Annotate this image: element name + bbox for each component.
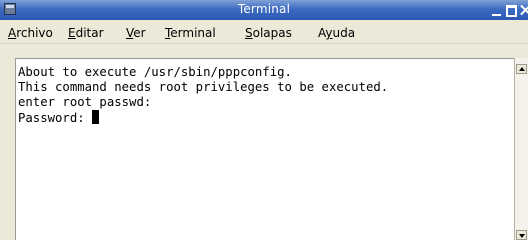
menu-ver[interactable]: Ver bbox=[126, 26, 146, 40]
menu-terminal[interactable]: Terminal bbox=[165, 26, 216, 40]
password-prompt: Password: bbox=[18, 111, 93, 125]
menu-ayuda[interactable]: Ayuda bbox=[318, 26, 355, 40]
window-title: Terminal bbox=[237, 2, 291, 16]
menu-terminal-rest: erminal bbox=[170, 26, 216, 40]
vertical-scrollbar[interactable] bbox=[514, 58, 528, 240]
menu-archivo-mnemonic: A bbox=[8, 26, 17, 40]
menu-editar-mnemonic: E bbox=[68, 26, 76, 40]
menu-archivo[interactable]: Archivo bbox=[8, 26, 53, 40]
minimize-icon[interactable] bbox=[490, 0, 504, 20]
terminal-line: This command needs root privileges to be… bbox=[18, 80, 389, 94]
menu-solapas-rest: olapas bbox=[252, 26, 292, 40]
menu-bar: Archivo Editar Ver Terminal Solapas Ayud… bbox=[0, 20, 528, 44]
window-controls bbox=[490, 0, 528, 20]
terminal-output[interactable]: About to execute /usr/sbin/pppconfig. Th… bbox=[16, 59, 514, 240]
block-cursor bbox=[92, 110, 100, 124]
menu-editar[interactable]: Editar bbox=[68, 26, 104, 40]
menu-solapas[interactable]: Solapas bbox=[245, 26, 292, 40]
close-icon[interactable] bbox=[518, 0, 528, 20]
terminal-line: About to execute /usr/sbin/pppconfig. bbox=[18, 65, 292, 79]
terminal-window: Terminal Archivo Editar Ver Terminal Sol… bbox=[0, 0, 528, 240]
menu-ayuda-mnemonic: y bbox=[325, 26, 333, 40]
maximize-icon[interactable] bbox=[504, 0, 518, 20]
menu-ayuda-rest: uda bbox=[332, 26, 356, 40]
menu-ver-rest: er bbox=[133, 26, 146, 40]
scroll-track[interactable] bbox=[517, 74, 526, 229]
menu-solapas-mnemonic: S bbox=[245, 26, 253, 40]
title-bar[interactable]: Terminal bbox=[0, 0, 528, 20]
scroll-down-arrow-icon[interactable] bbox=[516, 230, 527, 240]
menu-archivo-rest: rchivo bbox=[16, 26, 53, 40]
scroll-up-arrow-icon[interactable] bbox=[516, 64, 527, 74]
terminal-line: enter root passwd: bbox=[18, 95, 152, 109]
menu-editar-rest: ditar bbox=[75, 26, 104, 40]
terminal-prompt-line: Password: bbox=[18, 110, 100, 126]
terminal-app-icon[interactable] bbox=[4, 3, 16, 15]
